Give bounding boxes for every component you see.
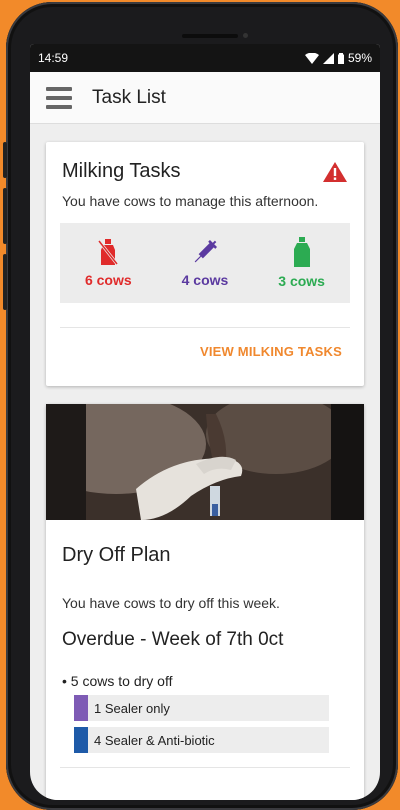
tag-color-swatch <box>74 727 88 753</box>
view-milking-tasks-button[interactable]: VIEW MILKING TASKS <box>46 328 364 359</box>
treatment-tag[interactable]: 4 Sealer & Anti-biotic <box>74 727 329 753</box>
count-item[interactable]: 6 cows <box>85 238 132 288</box>
count-label: 4 cows <box>181 272 229 288</box>
front-camera <box>243 33 248 38</box>
screen: 14:59 59% Task List Milking Tasks You ha… <box>30 44 380 800</box>
app-bar: Task List <box>30 72 380 124</box>
syringe-icon <box>194 239 217 263</box>
bottle-crossed-icon <box>98 239 119 265</box>
list-item: • 5 cows to dry off <box>62 673 173 689</box>
tag-color-swatch <box>74 695 88 721</box>
cell-signal-icon <box>322 52 334 64</box>
milking-tasks-title: Milking Tasks <box>62 160 181 182</box>
tag-label: 4 Sealer & Anti-biotic <box>94 732 215 748</box>
menu-icon[interactable] <box>46 86 72 109</box>
tag-label: 1 Sealer only <box>94 700 170 716</box>
count-label: 6 cows <box>84 272 132 288</box>
milking-tasks-card: Milking Tasks You have cows to manage th… <box>46 142 364 386</box>
dry-off-plan-subtitle: You have cows to dry off this week. <box>62 595 280 611</box>
bottle-icon <box>293 237 310 267</box>
cow-counts: 6 cows 4 cows 3 cows <box>60 223 350 303</box>
warning-icon <box>323 161 347 182</box>
bullet-text: 5 cows to dry off <box>70 673 173 689</box>
milking-photo <box>46 404 364 520</box>
dry-off-plan-title: Dry Off Plan <box>62 544 171 566</box>
milking-tasks-subtitle: You have cows to manage this afternoon. <box>62 193 319 209</box>
status-time: 14:59 <box>38 51 69 65</box>
count-label: 3 cows <box>278 273 325 289</box>
battery-icon <box>337 52 344 64</box>
treatment-tag[interactable]: 1 Sealer only <box>74 695 329 721</box>
overdue-section-title: Overdue - Week of 7th 0ct <box>62 629 284 650</box>
dry-off-plan-card: Dry Off Plan You have cows to dry off th… <box>46 404 364 800</box>
page-title: Task List <box>92 86 166 108</box>
speaker-grille <box>182 34 238 38</box>
card-divider <box>60 767 350 768</box>
count-item[interactable]: 4 cows <box>181 238 229 288</box>
status-bar: 14:59 59% <box>30 44 380 72</box>
count-item[interactable]: 3 cows <box>278 237 325 289</box>
wifi-icon <box>304 52 319 64</box>
battery-percent: 59% <box>347 51 372 65</box>
